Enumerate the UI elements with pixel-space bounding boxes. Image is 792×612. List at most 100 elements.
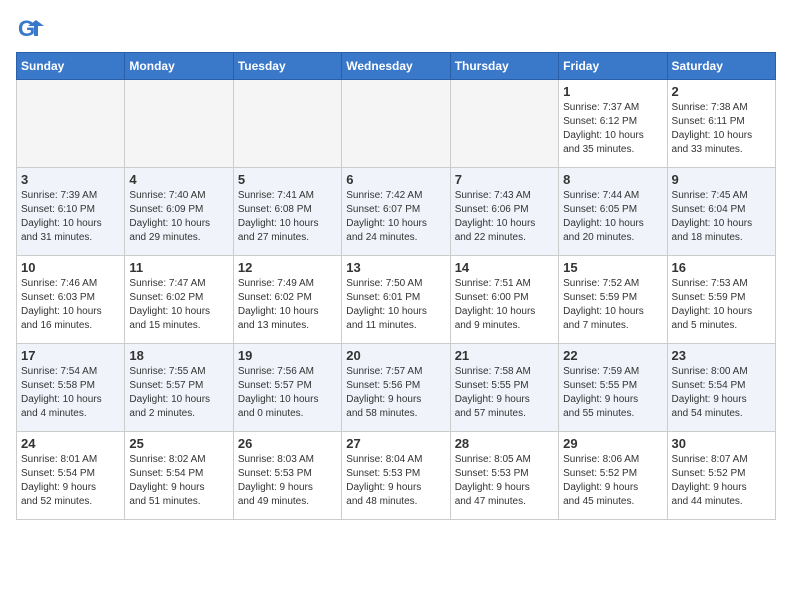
calendar-cell	[450, 80, 558, 168]
day-number: 28	[455, 436, 554, 451]
day-number: 25	[129, 436, 228, 451]
day-header-saturday: Saturday	[667, 53, 775, 80]
calendar-cell: 26 Sunrise: 8:03 AM Sunset: 5:53 PM Dayli…	[233, 432, 341, 520]
day-info: Sunrise: 7:44 AM Sunset: 6:05 PM Dayligh…	[563, 189, 662, 245]
calendar-cell	[342, 80, 450, 168]
day-number: 1	[563, 84, 662, 99]
day-header-friday: Friday	[559, 53, 667, 80]
day-number: 6	[346, 172, 445, 187]
day-info: Sunrise: 8:00 AM Sunset: 5:54 PM Dayligh…	[672, 365, 771, 421]
day-number: 10	[21, 260, 120, 275]
calendar-cell: 9 Sunrise: 7:45 AM Sunset: 6:04 PM Daylig…	[667, 168, 775, 256]
day-info: Sunrise: 7:40 AM Sunset: 6:09 PM Dayligh…	[129, 189, 228, 245]
day-info: Sunrise: 8:04 AM Sunset: 5:53 PM Dayligh…	[346, 453, 445, 509]
day-info: Sunrise: 7:42 AM Sunset: 6:07 PM Dayligh…	[346, 189, 445, 245]
day-info: Sunrise: 7:46 AM Sunset: 6:03 PM Dayligh…	[21, 277, 120, 333]
day-info: Sunrise: 8:05 AM Sunset: 5:53 PM Dayligh…	[455, 453, 554, 509]
day-number: 21	[455, 348, 554, 363]
calendar-cell: 18 Sunrise: 7:55 AM Sunset: 5:57 PM Dayli…	[125, 344, 233, 432]
day-info: Sunrise: 7:43 AM Sunset: 6:06 PM Dayligh…	[455, 189, 554, 245]
day-info: Sunrise: 7:54 AM Sunset: 5:58 PM Dayligh…	[21, 365, 120, 421]
calendar-cell: 8 Sunrise: 7:44 AM Sunset: 6:05 PM Daylig…	[559, 168, 667, 256]
day-info: Sunrise: 7:37 AM Sunset: 6:12 PM Dayligh…	[563, 101, 662, 157]
day-number: 13	[346, 260, 445, 275]
calendar-cell: 24 Sunrise: 8:01 AM Sunset: 5:54 PM Dayli…	[17, 432, 125, 520]
day-number: 17	[21, 348, 120, 363]
calendar-cell: 30Sunrise: 8:07 AM Sunset: 5:52 PM Dayli…	[667, 432, 775, 520]
logo-icon: G	[16, 16, 44, 44]
day-number: 20	[346, 348, 445, 363]
day-number: 15	[563, 260, 662, 275]
calendar-cell: 19 Sunrise: 7:56 AM Sunset: 5:57 PM Dayli…	[233, 344, 341, 432]
day-number: 8	[563, 172, 662, 187]
day-number: 5	[238, 172, 337, 187]
day-header-monday: Monday	[125, 53, 233, 80]
calendar-cell: 17 Sunrise: 7:54 AM Sunset: 5:58 PM Dayli…	[17, 344, 125, 432]
calendar-cell	[125, 80, 233, 168]
calendar-cell: 3 Sunrise: 7:39 AM Sunset: 6:10 PM Daylig…	[17, 168, 125, 256]
day-info: Sunrise: 7:50 AM Sunset: 6:01 PM Dayligh…	[346, 277, 445, 333]
week-row-2: 3 Sunrise: 7:39 AM Sunset: 6:10 PM Daylig…	[17, 168, 776, 256]
calendar-header: SundayMondayTuesdayWednesdayThursdayFrid…	[17, 53, 776, 80]
calendar-cell: 5 Sunrise: 7:41 AM Sunset: 6:08 PM Daylig…	[233, 168, 341, 256]
calendar-cell: 20 Sunrise: 7:57 AM Sunset: 5:56 PM Dayli…	[342, 344, 450, 432]
day-number: 19	[238, 348, 337, 363]
day-number: 9	[672, 172, 771, 187]
day-number: 4	[129, 172, 228, 187]
calendar-cell: 14 Sunrise: 7:51 AM Sunset: 6:00 PM Dayli…	[450, 256, 558, 344]
day-info: Sunrise: 7:53 AM Sunset: 5:59 PM Dayligh…	[672, 277, 771, 333]
week-row-5: 24 Sunrise: 8:01 AM Sunset: 5:54 PM Dayli…	[17, 432, 776, 520]
day-number: 7	[455, 172, 554, 187]
logo: G	[16, 16, 48, 44]
day-number: 29	[563, 436, 662, 451]
day-number: 3	[21, 172, 120, 187]
day-info: Sunrise: 7:47 AM Sunset: 6:02 PM Dayligh…	[129, 277, 228, 333]
day-number: 23	[672, 348, 771, 363]
calendar-cell: 23 Sunrise: 8:00 AM Sunset: 5:54 PM Dayli…	[667, 344, 775, 432]
day-number: 12	[238, 260, 337, 275]
calendar-cell	[233, 80, 341, 168]
day-number: 14	[455, 260, 554, 275]
day-info: Sunrise: 7:56 AM Sunset: 5:57 PM Dayligh…	[238, 365, 337, 421]
week-row-3: 10 Sunrise: 7:46 AM Sunset: 6:03 PM Dayli…	[17, 256, 776, 344]
calendar-cell: 6 Sunrise: 7:42 AM Sunset: 6:07 PM Daylig…	[342, 168, 450, 256]
calendar-cell: 29 Sunrise: 8:06 AM Sunset: 5:52 PM Dayli…	[559, 432, 667, 520]
day-info: Sunrise: 7:51 AM Sunset: 6:00 PM Dayligh…	[455, 277, 554, 333]
day-info: Sunrise: 7:39 AM Sunset: 6:10 PM Dayligh…	[21, 189, 120, 245]
day-number: 30	[672, 436, 771, 451]
day-info: Sunrise: 7:57 AM Sunset: 5:56 PM Dayligh…	[346, 365, 445, 421]
week-row-4: 17 Sunrise: 7:54 AM Sunset: 5:58 PM Dayli…	[17, 344, 776, 432]
day-header-tuesday: Tuesday	[233, 53, 341, 80]
calendar-cell: 21Sunrise: 7:58 AM Sunset: 5:55 PM Dayli…	[450, 344, 558, 432]
day-info: Sunrise: 8:06 AM Sunset: 5:52 PM Dayligh…	[563, 453, 662, 509]
day-header-wednesday: Wednesday	[342, 53, 450, 80]
day-number: 26	[238, 436, 337, 451]
week-row-1: 1 Sunrise: 7:37 AM Sunset: 6:12 PM Daylig…	[17, 80, 776, 168]
day-info: Sunrise: 7:41 AM Sunset: 6:08 PM Dayligh…	[238, 189, 337, 245]
day-number: 27	[346, 436, 445, 451]
calendar-cell: 11 Sunrise: 7:47 AM Sunset: 6:02 PM Dayli…	[125, 256, 233, 344]
calendar-cell: 25Sunrise: 8:02 AM Sunset: 5:54 PM Dayli…	[125, 432, 233, 520]
day-number: 24	[21, 436, 120, 451]
day-number: 18	[129, 348, 228, 363]
day-info: Sunrise: 7:52 AM Sunset: 5:59 PM Dayligh…	[563, 277, 662, 333]
day-info: Sunrise: 7:38 AM Sunset: 6:11 PM Dayligh…	[672, 101, 771, 157]
calendar-cell: 27 Sunrise: 8:04 AM Sunset: 5:53 PM Dayli…	[342, 432, 450, 520]
day-number: 2	[672, 84, 771, 99]
day-info: Sunrise: 8:03 AM Sunset: 5:53 PM Dayligh…	[238, 453, 337, 509]
day-header-sunday: Sunday	[17, 53, 125, 80]
calendar-table: SundayMondayTuesdayWednesdayThursdayFrid…	[16, 52, 776, 520]
calendar-cell: 28 Sunrise: 8:05 AM Sunset: 5:53 PM Dayli…	[450, 432, 558, 520]
calendar-cell: 16 Sunrise: 7:53 AM Sunset: 5:59 PM Dayli…	[667, 256, 775, 344]
calendar-cell: 15 Sunrise: 7:52 AM Sunset: 5:59 PM Dayli…	[559, 256, 667, 344]
day-number: 16	[672, 260, 771, 275]
calendar-cell	[17, 80, 125, 168]
day-info: Sunrise: 7:45 AM Sunset: 6:04 PM Dayligh…	[672, 189, 771, 245]
day-info: Sunrise: 7:55 AM Sunset: 5:57 PM Dayligh…	[129, 365, 228, 421]
day-number: 11	[129, 260, 228, 275]
calendar-cell: 4 Sunrise: 7:40 AM Sunset: 6:09 PM Daylig…	[125, 168, 233, 256]
header-row: SundayMondayTuesdayWednesdayThursdayFrid…	[17, 53, 776, 80]
day-info: Sunrise: 7:59 AM Sunset: 5:55 PM Dayligh…	[563, 365, 662, 421]
day-info: Sunrise: 8:01 AM Sunset: 5:54 PM Dayligh…	[21, 453, 120, 509]
header: G	[16, 16, 776, 44]
